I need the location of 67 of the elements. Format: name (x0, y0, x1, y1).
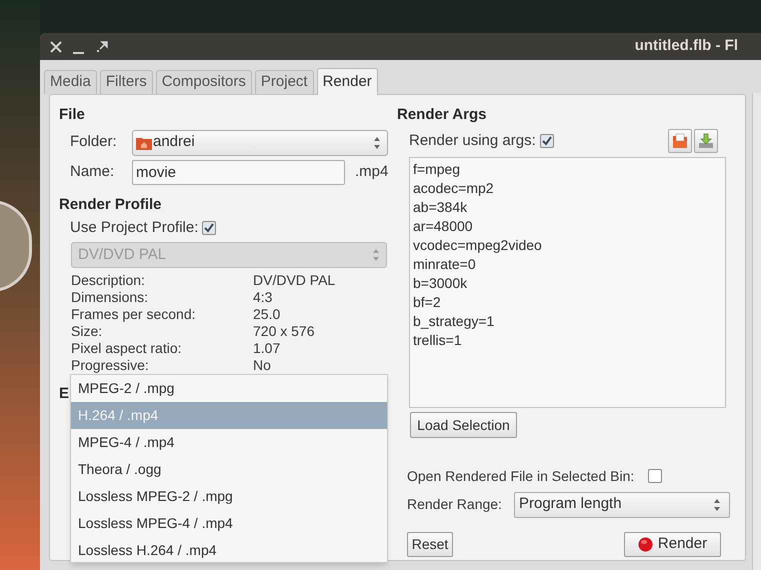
render-button[interactable]: Render (624, 532, 721, 557)
arg-line: minrate=0 (413, 255, 477, 274)
arg-line: bf=2 (413, 293, 442, 312)
encoding-label: E (59, 384, 70, 404)
render-range-label: Render Range: (407, 495, 503, 514)
arg-line: vcodec=mpeg2video (413, 236, 543, 255)
menu-item[interactable]: Lossless H.264 / .mp4 (71, 537, 387, 564)
open-file-button[interactable] (668, 129, 692, 153)
arg-line: trellis=1 (413, 331, 463, 350)
section-heading: File (59, 105, 86, 124)
info-label: Dimensions: (71, 289, 150, 306)
info-value: 4:3 (253, 289, 272, 306)
menu-item[interactable]: Lossless MPEG-2 / .mpg (71, 483, 387, 510)
download-icon (698, 133, 714, 149)
arg-line: b=3000k (413, 274, 468, 293)
info-label: Description: (71, 272, 146, 289)
window-title: untitled.flb - Fl (634, 36, 738, 56)
info-value: 1.07 (253, 340, 280, 357)
folder-icon (672, 133, 688, 149)
menu-item[interactable]: MPEG-4 / .mp4 (71, 429, 387, 456)
tab[interactable]: Filters (100, 70, 153, 94)
tab[interactable]: Project (254, 70, 314, 94)
spinner-arrows-icon (373, 134, 381, 150)
spinner-arrows-icon (372, 247, 380, 263)
folder-value: andrei (153, 132, 195, 152)
checkbox[interactable] (540, 134, 554, 148)
folder-label: Folder: (69, 132, 118, 152)
arg-line: acodec=mp2 (413, 179, 495, 198)
args-text-area[interactable]: f=mpeg acodec=mp2 ab=384k ar=48000 vcodec=mpeg2video minrate=0 b=3000k bf=2 b_strategy=1 trellis=1 (409, 157, 726, 408)
info-value: 25.0 (253, 306, 280, 323)
arg-line: b_strategy=1 (413, 312, 496, 331)
info-value: No (253, 357, 271, 374)
arg-line: ar=48000 (413, 217, 474, 236)
render-range-combo[interactable]: Program length (514, 492, 730, 518)
spinner-arrows-icon (713, 496, 721, 512)
name-label: Name: (69, 162, 116, 182)
load-selection-button[interactable]: Load Selection (410, 412, 517, 438)
menu-item[interactable]: MPEG-2 / .mpg (71, 375, 387, 402)
menu-item[interactable]: Theora / .ogg (71, 456, 387, 483)
info-label: Size: (71, 323, 104, 340)
tab[interactable]: Media (44, 70, 97, 94)
checkbox-label: Open Rendered File in Selected Bin: (407, 466, 634, 486)
info-value: DV/DVD PAL (253, 272, 336, 289)
checkbox[interactable] (202, 221, 216, 235)
section-heading: Render Args (397, 105, 488, 124)
arg-line: ab=384k (413, 198, 468, 217)
home-folder-icon (136, 136, 152, 150)
maximize-icon[interactable] (96, 40, 108, 52)
name-field[interactable]: movie (132, 160, 345, 185)
record-icon (638, 537, 653, 552)
info-label: Pixel aspect ratio: (71, 340, 182, 357)
checkbox[interactable] (648, 469, 662, 483)
section-heading: Render Profile (59, 195, 163, 214)
checkbox-label: Render using args: (409, 130, 536, 151)
reset-button[interactable]: Reset (407, 532, 453, 557)
folder-combo[interactable]: andrei (132, 130, 388, 156)
checkbox-label: Use Project Profile: (70, 218, 198, 238)
info-label: Progressive: (71, 357, 150, 374)
tab[interactable]: Render (316, 68, 378, 95)
tab[interactable]: Compositors (156, 70, 252, 94)
info-label: Frames per second: (71, 306, 196, 323)
extension-label: .mp4 (355, 162, 388, 182)
arg-line: f=mpeg (413, 160, 462, 179)
close-icon[interactable] (50, 40, 64, 54)
info-value: 720 x 576 (253, 323, 314, 340)
save-file-button[interactable] (694, 129, 718, 153)
menu-item[interactable]: Lossless MPEG-4 / .mp4 (71, 510, 387, 537)
